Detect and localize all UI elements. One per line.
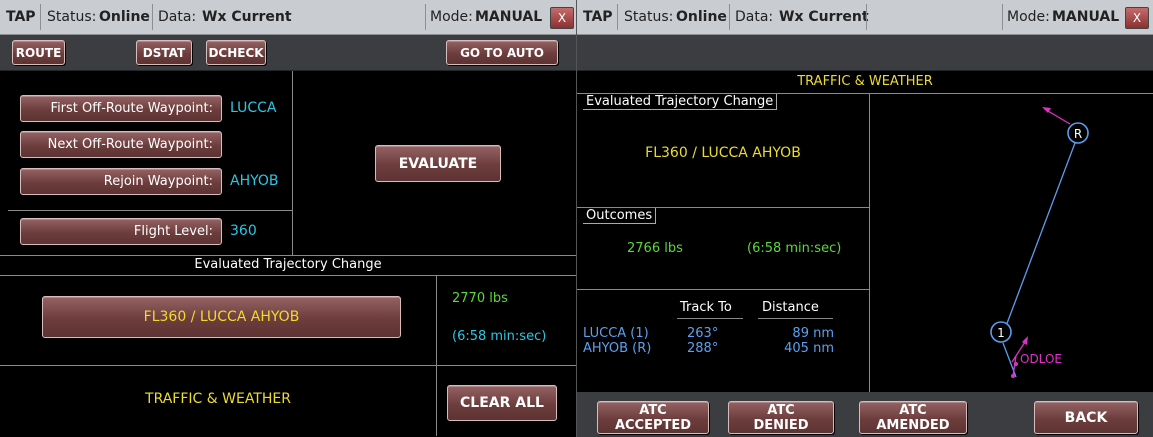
traffic-dot — [1011, 374, 1015, 378]
next-off-route-waypoint-button[interactable]: Next Off-Route Waypoint: — [20, 131, 222, 158]
divider — [1002, 4, 1003, 30]
fuel-value: 2766 lbs — [627, 241, 683, 256]
button-label: DENIED — [753, 417, 809, 433]
divider — [577, 289, 869, 290]
button-label: ATC — [899, 402, 927, 418]
status-value: Online — [99, 9, 150, 25]
traffic-weather-panel: TAP Status: Online Data: Wx Current Mode… — [577, 0, 1153, 437]
data-value: Wx Current — [779, 9, 869, 25]
track-value: 263° — [687, 326, 719, 341]
app-name: TAP — [6, 9, 36, 25]
rejoin-waypoint-button[interactable]: Rejoin Waypoint: — [20, 168, 222, 195]
route-line — [1002, 134, 1079, 335]
traffic-vector — [1047, 110, 1071, 125]
action-bar: ATC ACCEPTED ATC DENIED ATC AMENDED BACK — [577, 392, 1153, 437]
track-value: 288° — [687, 341, 719, 356]
manual-entry-panel: TAP Status: Online Data: Wx Current Mode… — [0, 0, 576, 437]
fuel-value: 2770 lbs — [452, 291, 508, 306]
waypoint-name: LUCCA (1) — [583, 326, 649, 341]
atc-denied-button[interactable]: ATC DENIED — [728, 401, 834, 434]
button-label: AMENDED — [876, 417, 950, 433]
toolbar: ROUTE DSTAT DCHECK GO TO AUTO — [0, 35, 576, 71]
clear-all-button[interactable]: CLEAR ALL — [447, 385, 557, 421]
outcomes-label: Outcomes — [583, 208, 657, 224]
divider — [0, 275, 576, 276]
traffic-arrow-icon — [1022, 336, 1028, 345]
atc-accepted-button[interactable]: ATC ACCEPTED — [597, 401, 709, 434]
traffic-dot — [1014, 362, 1018, 366]
back-button[interactable]: BACK — [1034, 401, 1138, 434]
route-button[interactable]: ROUTE — [12, 40, 65, 65]
distance-value: 89 nm — [792, 326, 834, 341]
divider — [758, 318, 833, 319]
evaluated-trajectory-label: Evaluated Trajectory Change — [583, 94, 778, 110]
atc-amended-button[interactable]: ATC AMENDED — [859, 401, 967, 434]
waypoint-1-label: 1 — [997, 326, 1005, 340]
divider — [436, 276, 437, 436]
waypoint-label: ODLOE — [1020, 352, 1062, 366]
divider — [0, 365, 576, 366]
trajectory-change-button[interactable]: FL360 / LUCCA AHYOB — [42, 296, 401, 338]
status-bar: TAP Status: Online Data: Wx Current Mode… — [577, 0, 1153, 35]
divider — [677, 318, 743, 319]
close-button[interactable]: X — [550, 7, 574, 29]
distance-value: 405 nm — [784, 341, 834, 356]
divider — [292, 71, 293, 255]
close-button[interactable]: X — [1125, 7, 1149, 29]
data-label: Data: — [158, 9, 197, 25]
app-name: TAP — [583, 9, 613, 25]
track-to-header: Track To — [680, 300, 732, 315]
divider — [729, 4, 730, 30]
first-off-route-waypoint-button[interactable]: First Off-Route Waypoint: — [20, 95, 222, 122]
rejoin-marker-label: R — [1074, 127, 1082, 141]
dstat-button[interactable]: DSTAT — [136, 40, 192, 65]
divider — [40, 4, 41, 30]
button-label: ATC — [767, 402, 795, 418]
time-value: (6:58 min:sec) — [452, 329, 547, 344]
toolbar — [577, 35, 1153, 71]
divider — [425, 4, 426, 30]
divider — [866, 4, 867, 30]
button-label: ATC — [639, 402, 667, 418]
traffic-weather-link[interactable]: TRAFFIC & WEATHER — [0, 391, 436, 407]
page-title: TRAFFIC & WEATHER — [797, 74, 933, 89]
status-value: Online — [676, 9, 727, 25]
first-off-route-waypoint-value: LUCCA — [230, 100, 277, 116]
distance-header: Distance — [762, 300, 819, 315]
button-label: ACCEPTED — [614, 417, 692, 433]
data-label: Data: — [735, 9, 774, 25]
go-to-auto-button[interactable]: GO TO AUTO — [446, 40, 558, 65]
divider — [0, 255, 576, 256]
divider — [8, 210, 293, 211]
status-label: Status: — [47, 9, 97, 25]
divider — [152, 4, 153, 30]
waypoint-name: AHYOB (R) — [583, 341, 652, 356]
mode-label: Mode: — [430, 9, 473, 25]
rejoin-waypoint-value: AHYOB — [230, 173, 279, 189]
evaluated-trajectory-header: Evaluated Trajectory Change — [194, 257, 382, 272]
flight-level-value: 360 — [230, 223, 257, 239]
status-label: Status: — [624, 9, 674, 25]
status-bar: TAP Status: Online Data: Wx Current Mode… — [0, 0, 576, 35]
mode-value: MANUAL — [475, 9, 543, 25]
time-value: (6:58 min:sec) — [747, 241, 842, 256]
flight-level-button[interactable]: Flight Level: — [20, 218, 222, 245]
trajectory-value: FL360 / LUCCA AHYOB — [645, 145, 801, 161]
mode-value: MANUAL — [1052, 9, 1120, 25]
evaluate-button[interactable]: EVALUATE — [375, 145, 501, 182]
data-value: Wx Current — [202, 9, 292, 25]
dcheck-button[interactable]: DCHECK — [206, 40, 266, 65]
mode-label: Mode: — [1007, 9, 1050, 25]
traffic-map[interactable]: R 1 ODLOE — [870, 94, 1153, 392]
divider — [617, 4, 618, 30]
